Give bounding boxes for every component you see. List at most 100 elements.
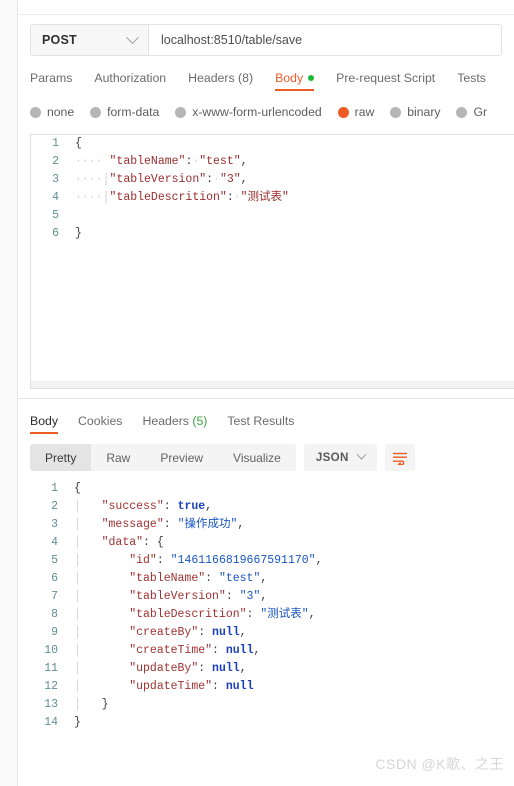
body-type-form-data[interactable]: form-data [90, 105, 159, 119]
line-number: 6 [52, 227, 59, 240]
wrap-lines-button[interactable] [384, 444, 415, 471]
code-line: 14} [30, 714, 514, 732]
code-line: 3 │ "message": "操作成功", [30, 516, 514, 534]
code-line: 9 │ "createBy": null, [30, 624, 514, 642]
line-number: 5 [52, 209, 59, 222]
body-type-binary[interactable]: binary [390, 105, 440, 119]
code-content[interactable] [69, 207, 75, 225]
line-number: 4 [51, 536, 58, 549]
view-mode-pretty[interactable]: Pretty [30, 444, 92, 471]
code-content[interactable]: } [69, 225, 82, 243]
code-content[interactable]: │ "tableDescrition": "测试表", [68, 606, 316, 624]
response-tab-cookies[interactable]: Cookies [78, 414, 122, 434]
code-content[interactable]: { [68, 480, 81, 498]
view-mode-label: Pretty [45, 450, 77, 465]
chevron-down-icon [356, 449, 367, 460]
code-content[interactable]: │ "createBy": null, [68, 624, 247, 642]
code-content[interactable]: } [68, 714, 81, 732]
response-view-toolbar: Pretty Raw Preview Visualize JSON [30, 444, 514, 471]
view-mode-visualize[interactable]: Visualize [218, 444, 296, 471]
body-type-label: binary [407, 105, 441, 119]
code-content[interactable]: │ "updateTime": null [68, 678, 253, 696]
code-line: 5 [31, 207, 514, 225]
response-format-selector[interactable]: JSON [303, 444, 377, 471]
line-number: 2 [52, 155, 59, 168]
response-body-code[interactable]: 1{ 2 │ "success": true, 3 │ "message": "操作成功… [30, 480, 514, 732]
code-content[interactable]: ···· "tableName":·"test", [69, 153, 248, 171]
response-tab-headers[interactable]: Headers (5) [142, 414, 207, 434]
request-tab-authorization[interactable]: Authorization [94, 71, 166, 91]
request-tabs: Params Authorization Headers (8) Body Pre-re… [30, 66, 514, 91]
code-content[interactable]: │ "updateBy": null, [68, 660, 247, 678]
response-tab-label: Cookies [78, 414, 123, 428]
code-content[interactable]: ····│"tableDescrition":·"测试表" [69, 189, 289, 207]
code-content[interactable]: │ "data": { [68, 534, 164, 552]
request-tab-params[interactable]: Params [30, 71, 72, 91]
request-tab-label: Headers (8) [188, 71, 254, 85]
code-content[interactable]: │ } [68, 696, 109, 714]
request-tab-label: Pre-request Script [336, 71, 436, 85]
line-number: 10 [44, 644, 58, 657]
line-number: 14 [44, 716, 58, 729]
request-body-code[interactable]: 1{ 2 ···· "tableName":·"test", 3 ····│"table… [31, 135, 514, 243]
body-type-label: none [47, 105, 75, 119]
code-content[interactable]: { [69, 135, 82, 153]
code-line: 7 │ "tableVersion": "3", [30, 588, 514, 606]
line-number: 5 [51, 554, 58, 567]
main-column: POST localhost:8510/table/save Params Aut… [18, 0, 514, 786]
request-pane: POST localhost:8510/table/save Params Aut… [18, 0, 514, 399]
code-content[interactable]: │ "tableName": "test", [68, 570, 267, 588]
request-tab-tests[interactable]: Tests [457, 71, 486, 91]
view-mode-raw[interactable]: Raw [91, 444, 145, 471]
radio-button-icon [30, 106, 41, 118]
line-number: 7 [51, 590, 58, 603]
view-mode-label: Raw [106, 450, 131, 465]
code-line: 3 ····│"tableVersion":·"3", [31, 171, 514, 189]
line-number: 2 [51, 500, 58, 513]
radio-button-icon [337, 106, 349, 118]
line-number: 12 [44, 680, 58, 693]
body-type-gr[interactable]: Gr [456, 105, 487, 119]
code-content[interactable]: │ "id": "1461166819667591170", [68, 552, 322, 570]
request-tab-body[interactable]: Body [275, 71, 315, 91]
code-content[interactable]: │ "success": true, [68, 498, 212, 516]
body-type-label: form-data [107, 105, 160, 119]
url-bar: POST localhost:8510/table/save [30, 24, 502, 56]
radio-button-icon [90, 106, 102, 118]
code-content[interactable]: │ "tableVersion": "3", [68, 588, 267, 606]
code-line: 11 │ "updateBy": null, [30, 660, 514, 678]
url-input[interactable]: localhost:8510/table/save [149, 25, 501, 55]
code-content[interactable]: │ "message": "操作成功", [68, 516, 244, 534]
request-tab-pre-request-script[interactable]: Pre-request Script [336, 71, 435, 91]
left-rail [0, 0, 18, 786]
response-tabs: Body Cookies Headers (5) Test Results [30, 410, 514, 434]
response-tab-label: Body [30, 414, 59, 428]
editor-horizontal-scrollbar[interactable] [31, 381, 514, 388]
view-mode-label: Preview [160, 450, 204, 465]
watermark-text: CSDN @K歌、之王 [375, 756, 504, 772]
code-line: 2 ···· "tableName":·"test", [31, 153, 514, 171]
request-tab-label: Authorization [94, 71, 167, 85]
response-tab-body[interactable]: Body [30, 414, 59, 434]
request-tab-headers-8[interactable]: Headers (8) [188, 71, 253, 91]
http-method-selector[interactable]: POST [31, 25, 149, 55]
body-type-options: none form-data x-www-form-urlencoded raw bin… [30, 102, 514, 122]
body-type-x-www-form-urlencoded[interactable]: x-www-form-urlencoded [175, 105, 322, 119]
code-line: 1{ [31, 135, 514, 153]
url-text: localhost:8510/table/save [161, 33, 303, 47]
line-number: 13 [44, 698, 58, 711]
http-method-label: POST [42, 33, 77, 47]
response-pane: Body Cookies Headers (5) Test Results Prett… [18, 410, 514, 732]
code-content[interactable]: │ "createTime": null, [68, 642, 260, 660]
radio-button-icon [390, 106, 402, 118]
response-tab-test-results[interactable]: Test Results [227, 414, 294, 434]
body-type-none[interactable]: none [30, 105, 74, 119]
code-line: 13 │ } [30, 696, 514, 714]
request-body-editor[interactable]: 1{ 2 ···· "tableName":·"test", 3 ····│"table… [30, 134, 514, 389]
view-mode-preview[interactable]: Preview [145, 444, 218, 471]
request-tab-label: Tests [457, 71, 486, 85]
body-type-raw[interactable]: raw [337, 105, 374, 119]
code-line: 2 │ "success": true, [30, 498, 514, 516]
code-line: 1{ [30, 480, 514, 498]
code-content[interactable]: ····│"tableVersion":·"3", [69, 171, 248, 189]
